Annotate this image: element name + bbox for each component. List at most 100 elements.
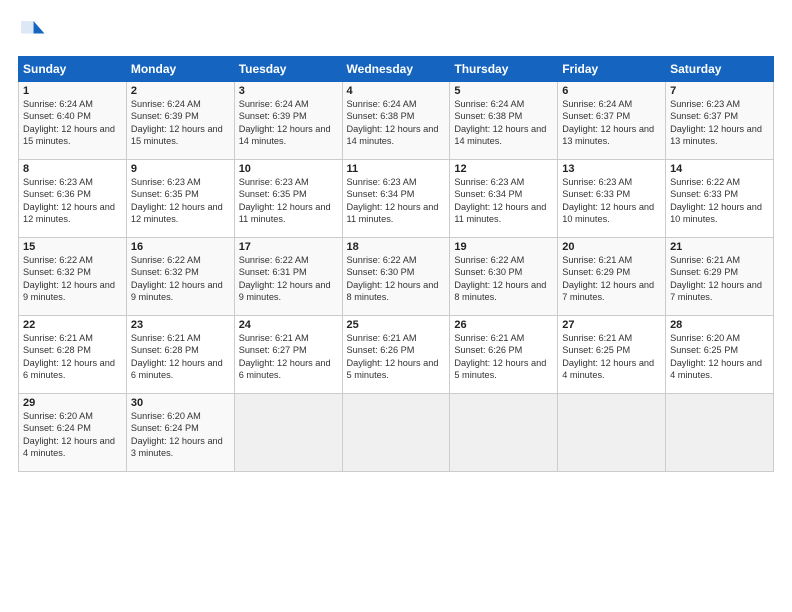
day-info: Sunrise: 6:22 AMSunset: 6:30 PMDaylight:…: [454, 254, 553, 304]
day-info: Sunrise: 6:22 AMSunset: 6:33 PMDaylight:…: [670, 176, 769, 226]
page: SundayMondayTuesdayWednesdayThursdayFrid…: [0, 0, 792, 612]
day-info: Sunrise: 6:21 AMSunset: 6:26 PMDaylight:…: [347, 332, 446, 382]
day-info: Sunrise: 6:21 AMSunset: 6:28 PMDaylight:…: [131, 332, 230, 382]
day-info: Sunrise: 6:24 AMSunset: 6:38 PMDaylight:…: [347, 98, 446, 148]
day-info: Sunrise: 6:24 AMSunset: 6:38 PMDaylight:…: [454, 98, 553, 148]
day-info: Sunrise: 6:23 AMSunset: 6:35 PMDaylight:…: [239, 176, 338, 226]
day-number: 18: [347, 241, 446, 253]
day-info: Sunrise: 6:21 AMSunset: 6:26 PMDaylight:…: [454, 332, 553, 382]
weekday-header: Thursday: [450, 57, 558, 82]
calendar-cell: 14Sunrise: 6:22 AMSunset: 6:33 PMDayligh…: [666, 160, 774, 238]
day-number: 9: [131, 163, 230, 175]
day-info: Sunrise: 6:21 AMSunset: 6:28 PMDaylight:…: [23, 332, 122, 382]
day-number: 20: [562, 241, 661, 253]
calendar-cell: 19Sunrise: 6:22 AMSunset: 6:30 PMDayligh…: [450, 238, 558, 316]
calendar-cell: 6Sunrise: 6:24 AMSunset: 6:37 PMDaylight…: [558, 82, 666, 160]
header: [18, 18, 774, 46]
weekday-header: Saturday: [666, 57, 774, 82]
calendar-cell: 29Sunrise: 6:20 AMSunset: 6:24 PMDayligh…: [19, 394, 127, 472]
day-info: Sunrise: 6:24 AMSunset: 6:37 PMDaylight:…: [562, 98, 661, 148]
day-number: 17: [239, 241, 338, 253]
day-number: 13: [562, 163, 661, 175]
calendar-cell: [342, 394, 450, 472]
day-info: Sunrise: 6:20 AMSunset: 6:24 PMDaylight:…: [23, 410, 122, 460]
calendar-week-row: 15 Sunrise: 6:22 AMSunset: 6:32 PMDayligh…: [19, 238, 774, 316]
calendar-cell: 21Sunrise: 6:21 AMSunset: 6:29 PMDayligh…: [666, 238, 774, 316]
day-info: Sunrise: 6:21 AMSunset: 6:25 PMDaylight:…: [562, 332, 661, 382]
day-number: 19: [454, 241, 553, 253]
day-number: 30: [131, 397, 230, 409]
day-info: Sunrise: 6:23 AMSunset: 6:34 PMDaylight:…: [347, 176, 446, 226]
day-number: 4: [347, 85, 446, 97]
day-number: 6: [562, 85, 661, 97]
calendar-cell: 16Sunrise: 6:22 AMSunset: 6:32 PMDayligh…: [126, 238, 234, 316]
day-info: Sunrise: 6:21 AMSunset: 6:27 PMDaylight:…: [239, 332, 338, 382]
day-number: 5: [454, 85, 553, 97]
day-number: 8: [23, 163, 122, 175]
day-info: Sunrise: 6:24 AMSunset: 6:39 PMDaylight:…: [239, 98, 338, 148]
calendar-week-row: 29Sunrise: 6:20 AMSunset: 6:24 PMDayligh…: [19, 394, 774, 472]
calendar-cell: 9Sunrise: 6:23 AMSunset: 6:35 PMDaylight…: [126, 160, 234, 238]
calendar-week-row: 22Sunrise: 6:21 AMSunset: 6:28 PMDayligh…: [19, 316, 774, 394]
calendar-cell: 23Sunrise: 6:21 AMSunset: 6:28 PMDayligh…: [126, 316, 234, 394]
calendar-cell: 18Sunrise: 6:22 AMSunset: 6:30 PMDayligh…: [342, 238, 450, 316]
day-number: 26: [454, 319, 553, 331]
calendar-cell: 3Sunrise: 6:24 AMSunset: 6:39 PMDaylight…: [234, 82, 342, 160]
day-info: Sunrise: 6:22 AMSunset: 6:30 PMDaylight:…: [347, 254, 446, 304]
day-info: Sunrise: 6:21 AMSunset: 6:29 PMDaylight:…: [562, 254, 661, 304]
calendar-cell: [450, 394, 558, 472]
calendar-cell: 7Sunrise: 6:23 AMSunset: 6:37 PMDaylight…: [666, 82, 774, 160]
day-info: Sunrise: 6:23 AMSunset: 6:33 PMDaylight:…: [562, 176, 661, 226]
day-info: Sunrise: 6:23 AMSunset: 6:37 PMDaylight:…: [670, 98, 769, 148]
calendar-cell: 17Sunrise: 6:22 AMSunset: 6:31 PMDayligh…: [234, 238, 342, 316]
calendar-cell: 8Sunrise: 6:23 AMSunset: 6:36 PMDaylight…: [19, 160, 127, 238]
calendar-cell: 12Sunrise: 6:23 AMSunset: 6:34 PMDayligh…: [450, 160, 558, 238]
calendar-cell: 26Sunrise: 6:21 AMSunset: 6:26 PMDayligh…: [450, 316, 558, 394]
day-number: 10: [239, 163, 338, 175]
day-number: 25: [347, 319, 446, 331]
day-info: Sunrise: 6:23 AMSunset: 6:35 PMDaylight:…: [131, 176, 230, 226]
day-info: Sunrise: 6:21 AMSunset: 6:29 PMDaylight:…: [670, 254, 769, 304]
day-number: 15: [23, 241, 122, 253]
day-number: 21: [670, 241, 769, 253]
calendar-cell: 20Sunrise: 6:21 AMSunset: 6:29 PMDayligh…: [558, 238, 666, 316]
day-number: 16: [131, 241, 230, 253]
calendar-cell: 4Sunrise: 6:24 AMSunset: 6:38 PMDaylight…: [342, 82, 450, 160]
day-info: Sunrise: 6:22 AMSunset: 6:31 PMDaylight:…: [239, 254, 338, 304]
calendar-cell: 5Sunrise: 6:24 AMSunset: 6:38 PMDaylight…: [450, 82, 558, 160]
day-number: 23: [131, 319, 230, 331]
weekday-header-row: SundayMondayTuesdayWednesdayThursdayFrid…: [19, 57, 774, 82]
day-info: Sunrise: 6:23 AMSunset: 6:36 PMDaylight:…: [23, 176, 122, 226]
calendar-cell: 13Sunrise: 6:23 AMSunset: 6:33 PMDayligh…: [558, 160, 666, 238]
day-number: 27: [562, 319, 661, 331]
calendar-cell: [234, 394, 342, 472]
day-info: Sunrise: 6:20 AMSunset: 6:25 PMDaylight:…: [670, 332, 769, 382]
weekday-header: Friday: [558, 57, 666, 82]
weekday-header: Sunday: [19, 57, 127, 82]
calendar-cell: [666, 394, 774, 472]
day-number: 24: [239, 319, 338, 331]
calendar-cell: 15Sunrise: 6:22 AMSunset: 6:32 PMDayligh…: [19, 238, 127, 316]
day-number: 11: [347, 163, 446, 175]
day-info: Sunrise: 6:20 AMSunset: 6:24 PMDaylight:…: [131, 410, 230, 460]
calendar-table: SundayMondayTuesdayWednesdayThursdayFrid…: [18, 56, 774, 472]
calendar-cell: 11Sunrise: 6:23 AMSunset: 6:34 PMDayligh…: [342, 160, 450, 238]
day-number: 3: [239, 85, 338, 97]
calendar-week-row: 8Sunrise: 6:23 AMSunset: 6:36 PMDaylight…: [19, 160, 774, 238]
calendar-cell: 10Sunrise: 6:23 AMSunset: 6:35 PMDayligh…: [234, 160, 342, 238]
calendar-cell: 25Sunrise: 6:21 AMSunset: 6:26 PMDayligh…: [342, 316, 450, 394]
calendar-cell: 30Sunrise: 6:20 AMSunset: 6:24 PMDayligh…: [126, 394, 234, 472]
calendar-cell: 1Sunrise: 6:24 AMSunset: 6:40 PMDaylight…: [19, 82, 127, 160]
day-number: 28: [670, 319, 769, 331]
weekday-header: Monday: [126, 57, 234, 82]
calendar-cell: 27Sunrise: 6:21 AMSunset: 6:25 PMDayligh…: [558, 316, 666, 394]
day-info: Sunrise: 6:22 AMSunset: 6:32 PMDaylight:…: [131, 254, 230, 304]
calendar-cell: 2Sunrise: 6:24 AMSunset: 6:39 PMDaylight…: [126, 82, 234, 160]
day-number: 2: [131, 85, 230, 97]
day-number: 22: [23, 319, 122, 331]
calendar-cell: 22Sunrise: 6:21 AMSunset: 6:28 PMDayligh…: [19, 316, 127, 394]
calendar-week-row: 1Sunrise: 6:24 AMSunset: 6:40 PMDaylight…: [19, 82, 774, 160]
logo: [18, 18, 50, 46]
day-info: Sunrise: 6:24 AMSunset: 6:40 PMDaylight:…: [23, 98, 122, 148]
day-number: 29: [23, 397, 122, 409]
